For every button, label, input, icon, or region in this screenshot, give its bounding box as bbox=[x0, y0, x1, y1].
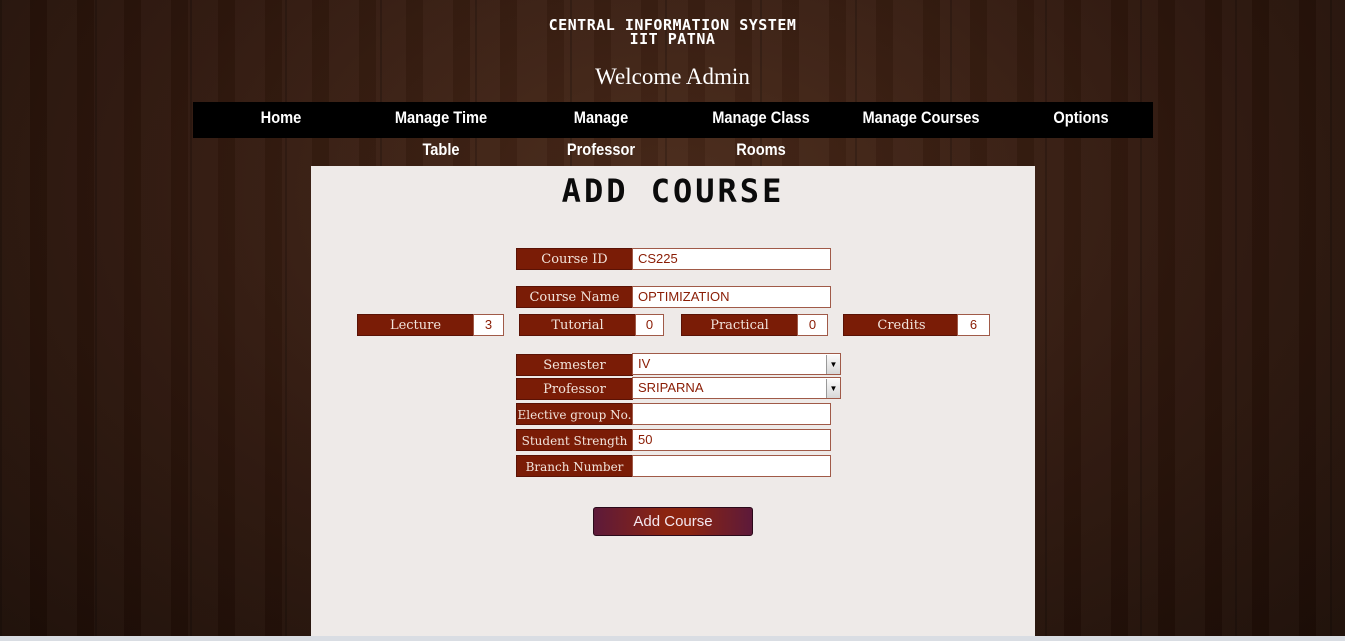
course-id-label: Course ID bbox=[516, 248, 633, 270]
semester-select[interactable]: IV ▼ bbox=[632, 353, 841, 375]
nav-options[interactable]: Options bbox=[1019, 102, 1143, 138]
chevron-down-icon[interactable]: ▼ bbox=[826, 355, 840, 374]
add-course-panel: ADD COURSE Course ID CS225 Course Name O… bbox=[311, 166, 1035, 641]
chevron-down-icon[interactable]: ▼ bbox=[826, 379, 840, 398]
branch-number-label: Branch Number bbox=[516, 455, 633, 477]
nav-manage-professor[interactable]: Manage Professor bbox=[539, 102, 663, 159]
site-title: CENTRAL INFORMATION SYSTEM IIT PATNA bbox=[0, 18, 1345, 48]
form-title: ADD COURSE bbox=[561, 172, 785, 210]
nav-manage-courses[interactable]: Manage Courses bbox=[859, 102, 983, 138]
main-nav: Home Manage Time Table Manage Professor … bbox=[193, 102, 1153, 159]
branch-number-input[interactable] bbox=[632, 455, 831, 477]
professor-value: SRIPARNA bbox=[638, 380, 704, 395]
lecture-input[interactable]: 3 bbox=[473, 314, 504, 336]
taskbar bbox=[0, 636, 1345, 641]
credits-label: Credits bbox=[843, 314, 960, 336]
nav-manage-class-rooms[interactable]: Manage Class Rooms bbox=[692, 102, 830, 159]
nav-manage-time-table[interactable]: Manage Time Table bbox=[379, 102, 503, 159]
practical-input[interactable]: 0 bbox=[797, 314, 828, 336]
elective-group-label: Elective group No. bbox=[516, 403, 633, 425]
semester-value: IV bbox=[638, 356, 651, 371]
nav-home[interactable]: Home bbox=[223, 102, 340, 138]
site-title-line2: IIT PATNA bbox=[629, 30, 716, 48]
professor-label: Professor bbox=[516, 378, 633, 400]
tutorial-label: Tutorial bbox=[519, 314, 636, 336]
practical-label: Practical bbox=[681, 314, 798, 336]
semester-label: Semester bbox=[516, 354, 633, 376]
student-strength-input[interactable]: 50 bbox=[632, 429, 831, 451]
student-strength-label: Student Strength bbox=[516, 429, 633, 451]
course-name-label: Course Name bbox=[516, 286, 633, 308]
lecture-label: Lecture bbox=[357, 314, 474, 336]
elective-group-input[interactable] bbox=[632, 403, 831, 425]
credits-input[interactable]: 6 bbox=[957, 314, 990, 336]
welcome-message: Welcome Admin bbox=[595, 64, 750, 89]
add-course-button[interactable]: Add Course bbox=[593, 507, 753, 536]
course-name-input[interactable]: OPTIMIZATION bbox=[632, 286, 831, 308]
tutorial-input[interactable]: 0 bbox=[635, 314, 664, 336]
course-id-input[interactable]: CS225 bbox=[632, 248, 831, 270]
professor-select[interactable]: SRIPARNA ▼ bbox=[632, 377, 841, 399]
